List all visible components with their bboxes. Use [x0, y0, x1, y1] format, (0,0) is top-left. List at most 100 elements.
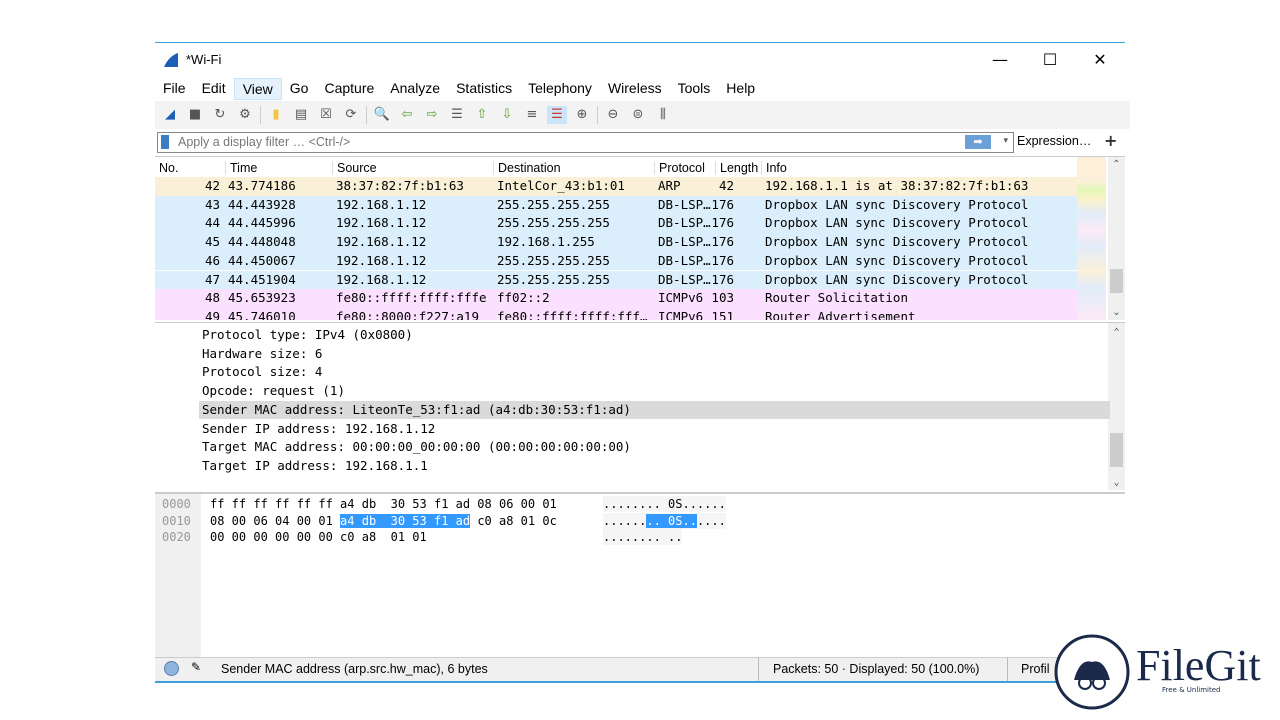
resize-columns-icon[interactable]: ⫼	[653, 106, 673, 124]
details-scrollbar[interactable]: ⌃ ⌄	[1108, 323, 1125, 490]
column-header-no[interactable]: No.	[155, 161, 178, 175]
packet-len: 103	[711, 290, 734, 306]
menu-edit[interactable]: Edit	[194, 78, 234, 100]
filter-placeholder: Apply a display filter … <Ctrl-/>	[178, 135, 351, 149]
scroll-up-icon[interactable]: ⌃	[1108, 327, 1125, 338]
packet-row[interactable]: 46 44.450067 192.168.1.12 255.255.255.255 DB…	[155, 251, 1077, 271]
hex-bytes[interactable]: 00 00 00 00 00 00 c0 a8 01 01	[210, 529, 427, 545]
save-file-icon[interactable]: ▤	[291, 106, 311, 124]
menu-go[interactable]: Go	[282, 78, 317, 100]
ascii-post: ....	[696, 513, 726, 528]
detail-line[interactable]: Sender IP address: 192.168.1.12	[199, 420, 1110, 439]
scroll-thumb[interactable]	[1110, 269, 1123, 293]
column-header-length[interactable]: Length	[715, 161, 758, 175]
ascii-pre: ........ ..	[603, 530, 683, 544]
normal-size-icon[interactable]: ⊜	[628, 106, 648, 124]
packet-src: 192.168.1.12	[336, 215, 427, 231]
detail-line[interactable]: Target IP address: 192.168.1.1	[199, 457, 1110, 476]
packet-src: 192.168.1.12	[336, 271, 427, 287]
detail-line[interactable]: Opcode: request (1)	[199, 382, 1110, 401]
auto-scroll-icon[interactable]: ≡	[522, 106, 542, 124]
watermark-tagline: Free & Unlimited	[1162, 686, 1221, 694]
scroll-down-icon[interactable]: ⌄	[1108, 477, 1125, 488]
packet-row[interactable]: 44 44.445996 192.168.1.12 255.255.255.255 DB…	[155, 214, 1077, 234]
column-header-info[interactable]: Info	[761, 161, 787, 175]
reload-file-icon[interactable]: ⟳	[341, 106, 361, 124]
packet-row[interactable]: 45 44.448048 192.168.1.12 192.168.1.255 DB-L…	[155, 233, 1077, 252]
open-file-icon[interactable]: ▮	[266, 106, 286, 124]
packet-no: 48	[204, 290, 220, 306]
packet-row[interactable]: 49 45.746010 fe80::8000:f227:a19 fe80::ffff…	[155, 307, 1077, 320]
menu-file[interactable]: File	[155, 78, 194, 100]
packet-time: 45.746010	[228, 308, 296, 320]
column-header-time[interactable]: Time	[225, 161, 257, 175]
menu-capture[interactable]: Capture	[316, 78, 382, 100]
bookmark-icon[interactable]	[161, 135, 169, 149]
packet-list-scrollbar[interactable]: ⌃ ⌄	[1108, 157, 1125, 320]
hex-ascii[interactable]: ........ ..	[603, 529, 683, 545]
menu-telephony[interactable]: Telephony	[520, 78, 600, 100]
colorize-icon[interactable]: ☰	[547, 106, 567, 124]
minimize-button[interactable]: —	[978, 47, 1022, 73]
column-header-protocol[interactable]: Protocol	[654, 161, 705, 175]
column-header-source[interactable]: Source	[332, 161, 377, 175]
close-file-icon[interactable]: ☒	[316, 106, 336, 124]
filter-history-dropdown[interactable]: ▾	[1003, 135, 1008, 146]
close-button[interactable]: ✕	[1078, 47, 1122, 73]
hex-bytes[interactable]: ff ff ff ff ff ff a4 db 30 53 f1 ad 08 0…	[210, 496, 557, 512]
packet-dst: 192.168.1.255	[497, 234, 595, 250]
detail-line[interactable]: Protocol size: 4	[199, 363, 1110, 382]
find-packet-icon[interactable]: 🔍	[372, 106, 392, 124]
menu-statistics[interactable]: Statistics	[448, 78, 520, 100]
menu-view[interactable]: View	[233, 78, 282, 100]
packet-len: 151	[711, 308, 734, 320]
hex-offset: 0020	[162, 530, 191, 544]
packet-row[interactable]: 47 44.451904 192.168.1.12 255.255.255.255 DB…	[155, 270, 1077, 290]
restart-capture-icon[interactable]: ↻	[210, 106, 230, 124]
status-profile[interactable]: Profil	[1021, 662, 1049, 676]
packet-row[interactable]: 42 43.774186 38:37:82:7f:b1:63 IntelCor_43:…	[155, 177, 1077, 196]
stop-capture-icon[interactable]: ■	[185, 106, 205, 124]
apply-filter-button[interactable]: ➡	[965, 135, 991, 149]
packet-src: 192.168.1.12	[336, 196, 427, 212]
menu-help[interactable]: Help	[718, 78, 763, 100]
menu-analyze[interactable]: Analyze	[382, 78, 448, 100]
first-packet-icon[interactable]: ⇧	[472, 106, 492, 124]
expression-button[interactable]: Expression…	[1017, 134, 1091, 148]
packet-proto: DB-LSP…	[658, 271, 711, 287]
edit-comment-icon[interactable]: ✎	[191, 660, 201, 674]
scroll-thumb[interactable]	[1110, 433, 1123, 467]
hex-ascii[interactable]: ........ 0S......	[603, 496, 726, 512]
menu-wireless[interactable]: Wireless	[600, 78, 670, 100]
packet-info: 192.168.1.1 is at 38:37:82:7f:b1:63	[765, 178, 1029, 193]
scroll-down-icon[interactable]: ⌄	[1108, 307, 1125, 318]
packet-time: 45.653923	[228, 290, 296, 306]
scroll-up-icon[interactable]: ⌃	[1108, 159, 1125, 170]
detail-line[interactable]: Target MAC address: 00:00:00_00:00:00 (0…	[199, 438, 1110, 457]
zoom-in-icon[interactable]: ⊕	[572, 106, 592, 124]
capture-options-icon[interactable]: ⚙	[235, 106, 255, 124]
add-filter-button[interactable]: +	[1104, 131, 1117, 150]
packet-row[interactable]: 43 44.443928 192.168.1.12 255.255.255.255 DB…	[155, 195, 1077, 215]
expert-info-icon[interactable]	[164, 661, 179, 676]
hex-ascii[interactable]: ........ 0S......	[603, 512, 726, 529]
last-packet-icon[interactable]: ⇩	[497, 106, 517, 124]
packet-info: Dropbox LAN sync Discovery Protocol	[765, 252, 1029, 268]
status-packets: Packets: 50 · Displayed: 50 (100.0%)	[773, 662, 980, 676]
display-filter-input[interactable]: Apply a display filter … <Ctrl-/> ➡ ▾	[157, 132, 1014, 153]
menu-tools[interactable]: Tools	[670, 78, 719, 100]
packet-no: 44	[204, 215, 220, 231]
go-back-icon[interactable]: ⇦	[397, 106, 417, 124]
detail-line[interactable]: Hardware size: 6	[199, 345, 1110, 364]
go-to-packet-icon[interactable]: ☰	[447, 106, 467, 124]
detail-line[interactable]: Protocol type: IPv4 (0x0800)	[199, 326, 1110, 345]
zoom-out-icon[interactable]: ⊖	[603, 106, 623, 124]
packet-minimap[interactable]	[1077, 157, 1106, 320]
detail-line[interactable]: Sender MAC address: LiteonTe_53:f1:ad (a…	[199, 400, 1110, 420]
column-header-destination[interactable]: Destination	[493, 161, 561, 175]
go-forward-icon[interactable]: ⇨	[422, 106, 442, 124]
maximize-button[interactable]: ☐	[1028, 47, 1072, 73]
start-capture-icon[interactable]: ◢	[160, 106, 180, 124]
hex-bytes[interactable]: 08 00 06 04 00 01 a4 db 30 53 f1 ad c0 a…	[210, 513, 557, 529]
packet-row[interactable]: 48 45.653923 fe80::ffff:ffff:fffe ff02::2 IC…	[155, 289, 1077, 308]
